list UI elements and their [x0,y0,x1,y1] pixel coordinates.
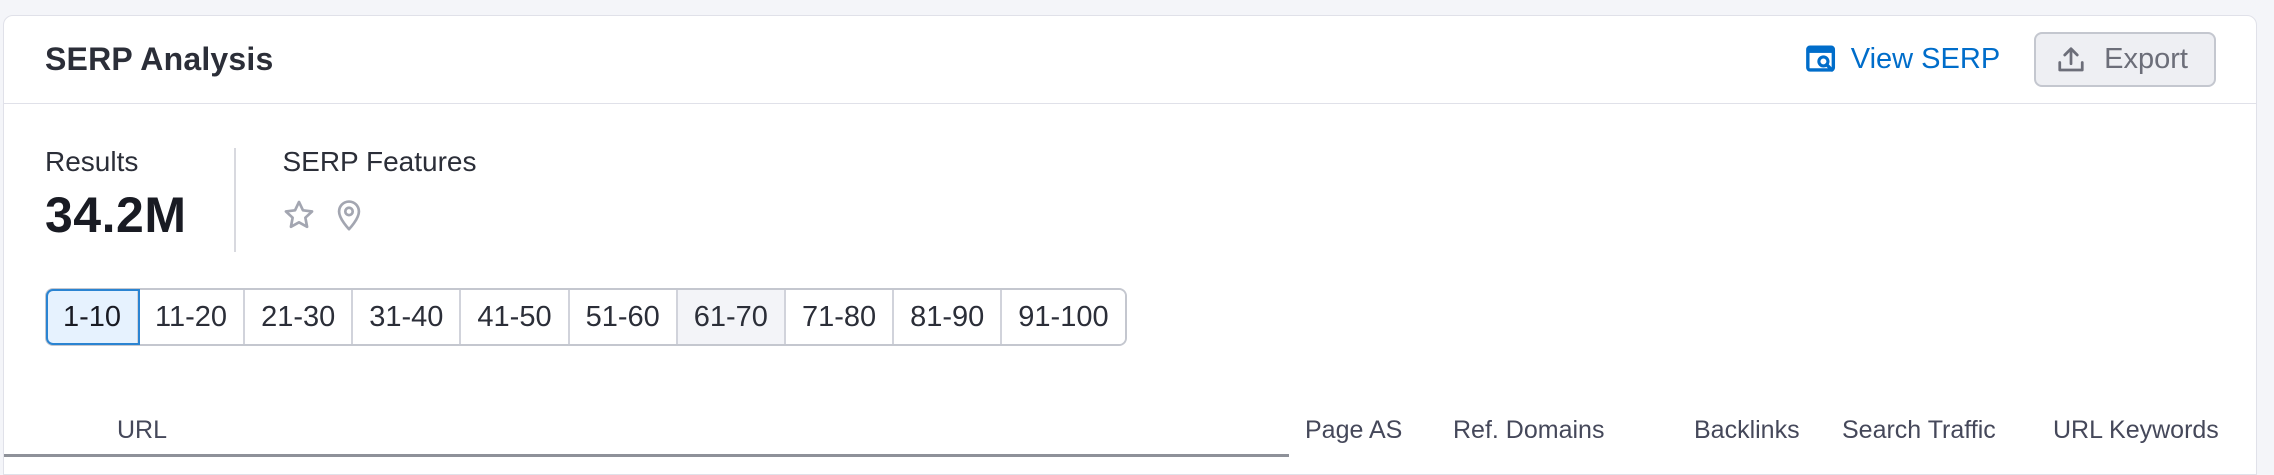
star-icon[interactable] [282,198,316,232]
page-range-button[interactable]: 51-60 [569,290,678,344]
export-label: Export [2104,43,2188,75]
page-range-button[interactable]: 71-80 [785,290,895,344]
column-header-page-as[interactable]: Page AS [1305,416,1402,445]
location-pin-icon[interactable] [332,198,366,232]
page-range-button[interactable]: 41-50 [461,290,570,344]
page-range-button[interactable]: 31-40 [353,290,462,344]
card-header: SERP Analysis View SERP Export [4,16,2256,104]
column-header-ref-domains[interactable]: Ref. Domains [1453,416,1604,445]
results-value: 34.2M [45,187,187,243]
upload-icon [2058,46,2084,71]
page-range-button[interactable]: 81-90 [894,290,1003,344]
column-header-backlinks[interactable]: Backlinks [1694,416,1800,445]
stats-row: Results 34.2M SERP Features [45,146,477,252]
page-range-button[interactable]: 1-10 [45,289,141,345]
view-serp-link[interactable]: View SERP [1805,43,2000,77]
serp-analysis-card: SERP Analysis View SERP Export Results 3… [3,15,2257,475]
serp-features-stat: SERP Features [282,146,477,252]
serp-preview-icon [1805,45,1835,72]
card-title: SERP Analysis [45,41,274,77]
export-button[interactable]: Export [2034,32,2216,87]
results-stat: Results 34.2M [45,146,186,252]
header-actions: View SERP Export [1805,32,2216,87]
stats-divider [234,148,237,252]
serp-features-label: SERP Features [282,146,477,177]
serp-features-icons [282,198,476,232]
column-header-search-traffic[interactable]: Search Traffic [1842,416,1996,445]
page-range-button[interactable]: 91-100 [1002,290,1125,344]
results-label: Results [45,146,139,177]
column-header-url-keywords[interactable]: URL Keywords [2053,416,2219,445]
table-header-rule [4,454,1289,457]
page-range-button[interactable]: 21-30 [245,290,354,344]
column-header-url[interactable]: URL [117,416,167,445]
view-serp-label: View SERP [1850,43,2001,75]
serp-pagination: 1-10 11-20 21-30 31-40 41-50 51-60 61-70 71-80 8… [45,288,1127,346]
page-range-button[interactable]: 61-70 [677,290,786,344]
table-header: URL Page AS Ref. Domains Backlinks Searc… [4,404,2256,454]
page-range-button[interactable]: 11-20 [139,290,246,344]
